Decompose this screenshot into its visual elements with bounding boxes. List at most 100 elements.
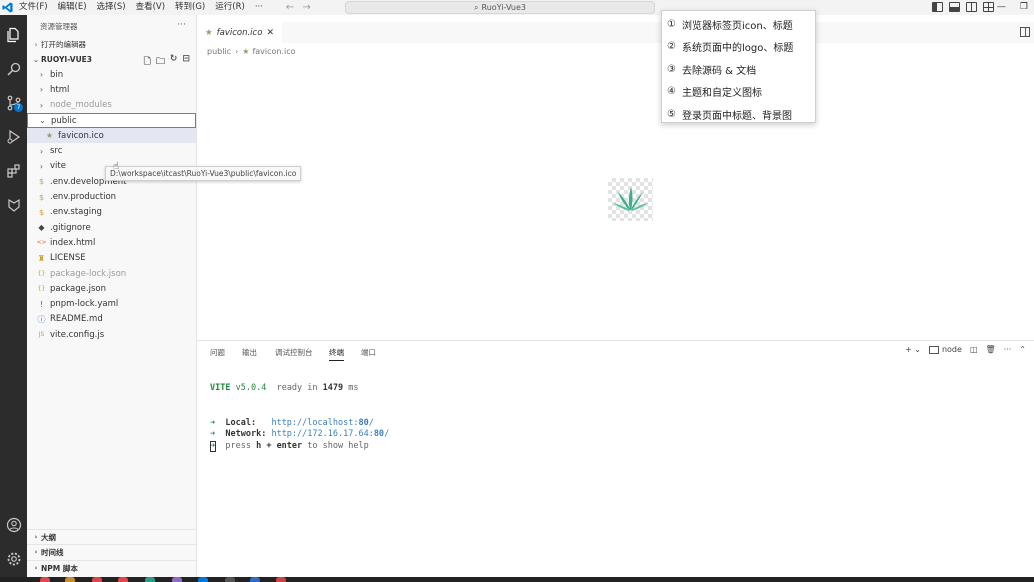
tree-item-label: LICENSE [50,253,86,264]
taskbar-app-icon[interactable] [145,577,155,582]
tree-folder[interactable]: › src [27,143,196,158]
search-icon[interactable] [0,57,27,81]
menu-item[interactable]: 转到(G) [170,0,210,15]
account-icon[interactable] [0,513,27,537]
maximize-panel-icon[interactable]: ⌃ [1019,345,1026,354]
settings-gear-icon[interactable] [0,547,27,571]
tree-folder[interactable]: › node_modules [27,98,196,113]
arrow-icon: ➜ [210,429,216,439]
back-arrow-icon[interactable]: ← [282,0,298,15]
toggle-primary-sidebar-icon[interactable] [932,2,943,12]
terminal-output[interactable]: VITE v5.0.4 ready in 1479 ms ➜ Local: ht… [210,383,389,452]
tree-file[interactable]: ♜ LICENSE [27,251,196,266]
network-url: http://172.16.17.64: [271,429,374,439]
markdown-file-icon: ⓘ [37,314,46,324]
callout-text: 登录页面中标题、背景图 [681,110,792,122]
image-file-icon: ★ [242,46,250,56]
tree-folder[interactable]: › html [27,82,196,97]
local-label: Local: [225,417,257,428]
forward-arrow-icon[interactable]: → [298,0,314,15]
taskbar-app-icon[interactable] [65,577,75,582]
chevron-right-icon: › [235,46,239,56]
tree-file[interactable]: ★ favicon.ico [27,128,196,144]
restore-icon[interactable]: ❐ [1020,0,1028,15]
callout-number: ② [667,41,676,53]
tab-output[interactable]: 输出 [242,347,257,360]
search-text: RuoYi-Vue3 [481,3,526,12]
source-control-icon[interactable]: 7 [0,91,27,115]
open-editors-section[interactable]: › 打开的编辑器 [27,37,196,52]
image-file-icon: ★ [45,131,54,141]
close-icon[interactable]: ✕ [266,28,274,38]
license-file-icon: ♜ [37,253,46,263]
tree-file[interactable]: ◆ .gitignore [27,220,196,235]
files-icon[interactable] [0,23,27,47]
project-root[interactable]: ⌄ RUOYI-VUE3 🗋 🗀 ↻ ⊟ [27,52,196,67]
tab-ports[interactable]: 端口 [361,347,376,360]
breadcrumb-folder[interactable]: public [207,47,231,56]
tree-folder[interactable]: ⌄ public [27,112,196,129]
taskbar-app-icon[interactable] [276,577,286,582]
taskbar-app-icon[interactable] [250,577,260,582]
terminal-line-help: ➜ press h + enter to show help [210,441,389,453]
callout-item: ② 系统页面中的logo、标题 [662,36,815,59]
terminal-selector[interactable]: node [928,345,962,354]
tree-file[interactable]: <> index.html [27,235,196,250]
breadcrumb: public › ★ favicon.ico [207,45,296,57]
toggle-panel-icon[interactable] [949,2,960,12]
minimize-icon[interactable]: — [997,0,1006,15]
bottom-panel: 问题 输出 调试控制台 终端 端口 + ⌄ node ◫ 🗑 ··· ⌃ VIT… [197,340,1034,582]
outline-section[interactable]: › 大纲 [27,529,197,544]
tab-debug-console[interactable]: 调试控制台 [275,347,313,360]
extensions-icon[interactable] [0,159,27,183]
tree-file[interactable]: {} package-lock.json [27,266,196,281]
trash-icon[interactable]: 🗑 [986,345,996,354]
menu-item[interactable]: 查看(V) [131,0,170,15]
customize-layout-icon[interactable] [983,2,994,12]
tree-file[interactable]: $ .env.production [27,189,196,204]
tab-problems[interactable]: 问题 [210,347,225,360]
editor-tab-favicon[interactable]: ★ favicon.ico ✕ [197,22,282,43]
tab-terminal[interactable]: 终端 [329,347,344,361]
npm-scripts-section[interactable]: › NPM 脚本 [27,560,197,575]
taskbar-app-icon[interactable] [92,577,102,582]
os-taskbar [0,577,1034,582]
run-debug-icon[interactable] [0,125,27,149]
menu-item[interactable]: 编辑(E) [53,0,92,15]
taskbar-app-icon[interactable] [198,577,208,582]
tree-item-label: package-lock.json [50,268,127,279]
menu-item[interactable]: ··· [250,0,268,15]
split-terminal-icon[interactable]: ◫ [970,345,978,354]
callout-item: ④ 主题和自定义图标 [662,81,815,104]
tree-file[interactable]: $ .env.staging [27,205,196,220]
arrow-icon: ➜ [210,417,216,428]
breadcrumb-file[interactable]: favicon.ico [252,47,295,56]
remote-icon[interactable] [0,193,27,217]
tree-file[interactable]: {} package.json [27,281,196,296]
favicon-image-preview [608,178,653,221]
chevron-right-icon: › [34,533,38,541]
timeline-section[interactable]: › 时间线 [27,544,197,559]
tree-item-label: html [50,84,70,95]
vite-name: VITE [210,383,231,393]
menu-item[interactable]: 选择(S) [92,0,131,15]
tree-file[interactable]: ⓘ README.md [27,312,196,327]
new-terminal-icon[interactable]: + ⌄ [905,345,921,354]
toggle-secondary-sidebar-icon[interactable] [966,2,977,12]
more-actions-icon[interactable]: ··· [177,20,186,30]
taskbar-app-icon[interactable] [40,577,50,582]
menu-item[interactable]: 文件(F) [14,0,53,15]
tree-folder[interactable]: › bin [27,67,196,82]
more-actions-icon[interactable]: ··· [1004,345,1012,354]
favicon-logo-icon [613,187,648,211]
tree-file[interactable]: ! pnpm-lock.yaml [27,296,196,311]
split-editor-icon[interactable] [1020,27,1030,37]
tree-item-label: node_modules [50,100,112,111]
tree-file[interactable]: JS vite.config.js [27,327,196,342]
taskbar-app-icon[interactable] [118,577,128,582]
command-center-search[interactable]: ⌕ RuoYi-Vue3 [345,1,655,14]
chevron-down-icon: ⌄ [33,55,39,64]
menu-item[interactable]: 运行(R) [210,0,250,15]
taskbar-app-icon[interactable] [225,577,235,582]
taskbar-app-icon[interactable] [172,577,182,582]
